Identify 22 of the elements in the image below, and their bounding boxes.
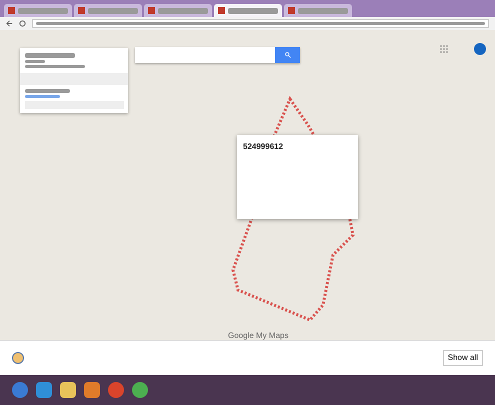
show-all-button[interactable]: Show all — [442, 350, 483, 366]
browser-tab[interactable] — [4, 4, 72, 17]
taskbar-app-icon[interactable] — [108, 382, 124, 398]
taskbar-app-icon[interactable] — [132, 382, 148, 398]
avatar-icon[interactable] — [474, 43, 486, 55]
search-icon — [284, 52, 290, 58]
search-button[interactable] — [275, 47, 300, 63]
reload-icon[interactable] — [19, 20, 26, 27]
start-button[interactable] — [12, 382, 28, 398]
browser-tab[interactable] — [214, 4, 282, 17]
browser-tab[interactable] — [74, 4, 142, 17]
back-icon[interactable] — [6, 20, 13, 27]
map-logo: Google My Maps — [228, 330, 288, 342]
map-canvas[interactable]: 524999612 Google My Maps — [0, 30, 495, 340]
taskbar-app-icon[interactable] — [84, 382, 100, 398]
apps-icon[interactable] — [440, 45, 448, 53]
address-bar[interactable] — [32, 19, 489, 28]
popup-title: 524999612 — [243, 141, 284, 153]
search-field[interactable] — [135, 47, 300, 63]
browser-tab[interactable] — [284, 4, 352, 17]
browser-tab[interactable] — [144, 4, 212, 17]
taskbar-app-icon[interactable] — [36, 382, 52, 398]
